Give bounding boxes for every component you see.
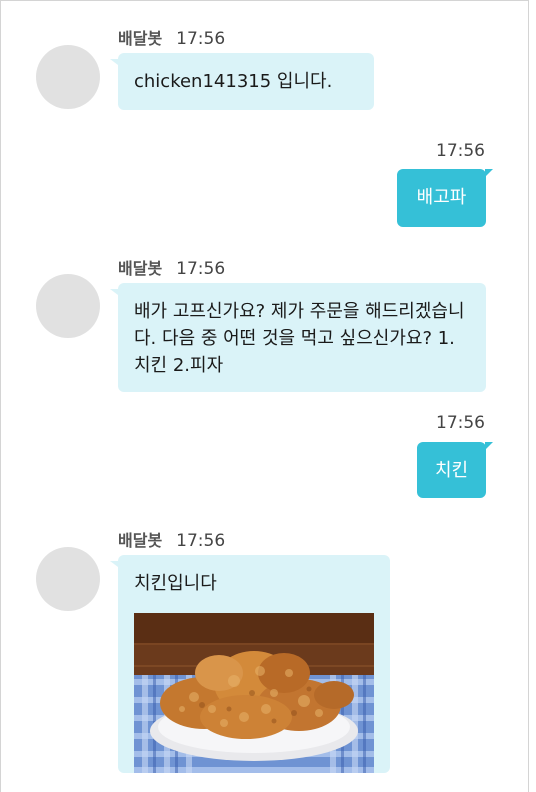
- bot-message-bubble: chicken141315 입니다.: [110, 53, 374, 110]
- message-text: 치킨입니다: [134, 573, 217, 594]
- bot-message-bubble: 배가 고프신가요? 제가 주문을 해드리겠습니다. 다음 중 어떤 것을 먹고 …: [110, 283, 486, 392]
- message-text: 배가 고프신가요? 제가 주문을 해드리겠습니다. 다음 중 어떤 것을 먹고 …: [134, 301, 465, 376]
- sender-name: 배달봇: [118, 259, 163, 278]
- bot-avatar[interactable]: [36, 274, 100, 338]
- message-time: 17:56: [176, 259, 226, 279]
- message-text: 치킨: [434, 460, 469, 481]
- message-text: 배고파: [416, 187, 467, 208]
- message-meta: 배달봇 17:56: [118, 25, 225, 49]
- message-meta: 배달봇 17:56: [118, 255, 225, 279]
- user-message-bubble: 배고파: [397, 169, 493, 227]
- bot-avatar[interactable]: [36, 547, 100, 611]
- sender-name: 배달봇: [118, 531, 163, 550]
- fried-chicken-photo: [134, 613, 374, 773]
- message-time: 17:56: [176, 531, 226, 551]
- message-time: 17:56: [436, 413, 485, 433]
- bot-message-bubble: 치킨입니다: [110, 555, 390, 773]
- chat-window: 배달봇 17:56 chicken141315 입니다. 17:56 배고파 배달…: [0, 0, 529, 792]
- scrollbar[interactable]: [529, 0, 536, 792]
- user-message-bubble: 치킨: [417, 442, 493, 498]
- sender-name: 배달봇: [118, 29, 163, 48]
- bot-avatar[interactable]: [36, 45, 100, 109]
- message-time: 17:56: [176, 29, 226, 49]
- message-meta: 배달봇 17:56: [118, 527, 225, 551]
- message-text: chicken141315 입니다.: [134, 71, 333, 92]
- message-time: 17:56: [436, 141, 485, 161]
- fried-chicken-image[interactable]: [134, 613, 374, 773]
